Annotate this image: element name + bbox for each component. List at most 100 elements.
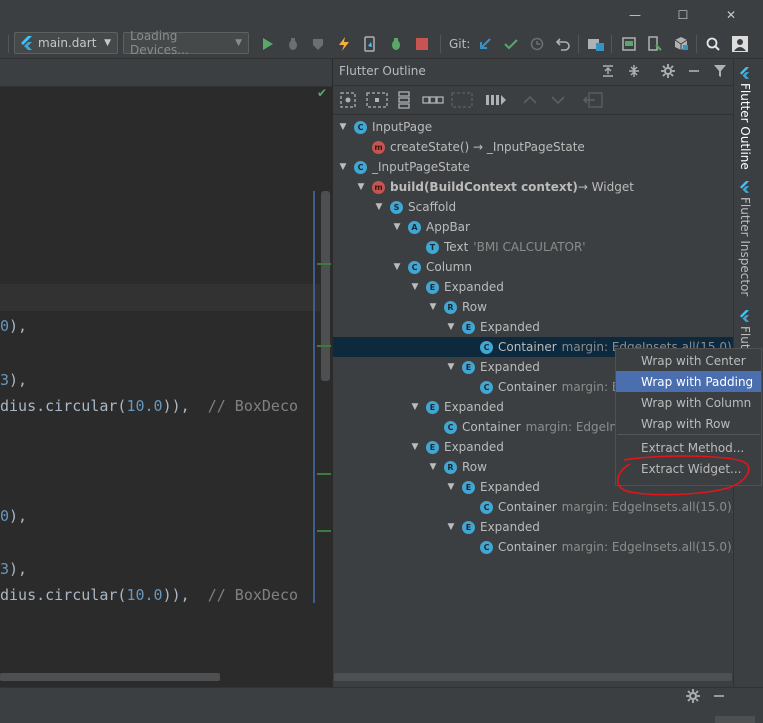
- outline-tree-node[interactable]: T Text 'BMI CALCULATOR': [333, 237, 734, 257]
- menu-item-wrap-with-row[interactable]: Wrap with Row: [616, 413, 761, 434]
- maximize-button[interactable]: ☐: [660, 0, 706, 30]
- expand-arrow-icon[interactable]: ▼: [410, 442, 420, 452]
- annotation-circle: [617, 455, 750, 496]
- widget-icon: R: [444, 300, 457, 314]
- devices-icon[interactable]: [359, 34, 381, 54]
- run-config-selector[interactable]: main.dart ▼: [14, 32, 118, 54]
- close-button[interactable]: ✕: [708, 0, 754, 30]
- expand-arrow-icon[interactable]: ▼: [338, 122, 348, 132]
- outline-tree-node[interactable]: ▼ A AppBar: [333, 217, 734, 237]
- outline-tree-node[interactable]: m createState() → _InputPageState: [333, 137, 734, 157]
- editor-tab-strip: [0, 59, 332, 87]
- remove-widget-icon[interactable]: [451, 91, 473, 112]
- terminal-icon[interactable]: [618, 34, 640, 54]
- minimize-button[interactable]: —: [612, 0, 658, 30]
- expand-all-icon[interactable]: [601, 64, 617, 80]
- wrap-center-icon[interactable]: [366, 91, 388, 112]
- outline-node-label: _InputPageState: [372, 160, 470, 174]
- outline-node-label: Text: [444, 240, 469, 254]
- code-line: dius.circular(10.0)), // BoxDeco: [0, 396, 298, 416]
- outline-tree-node[interactable]: ▼ C Column: [333, 257, 734, 277]
- avatar-icon[interactable]: [729, 34, 751, 54]
- outline-node-label: Container: [462, 420, 521, 434]
- device-selector[interactable]: Loading Devices... ▼: [123, 29, 249, 57]
- expand-arrow-icon[interactable]: ▼: [428, 462, 438, 472]
- outline-tree-node[interactable]: ▼ E Expanded: [333, 317, 734, 337]
- code-editor[interactable]: ✔ 0), 3), dius.circular(10.0)), // BoxDeco…: [0, 59, 332, 687]
- git-update-icon[interactable]: [474, 34, 496, 54]
- menu-item-wrap-with-center[interactable]: Wrap with Center: [616, 350, 761, 371]
- code-token: 3: [0, 371, 10, 389]
- widget-icon: C: [354, 160, 367, 174]
- code-token: 0: [0, 317, 10, 335]
- hot-reload-icon[interactable]: [333, 34, 355, 54]
- expand-arrow-icon[interactable]: ▼: [446, 362, 456, 372]
- move-up-icon[interactable]: [522, 91, 538, 112]
- wrap-column-icon[interactable]: [397, 91, 411, 112]
- minimize-panel-icon[interactable]: [712, 689, 726, 706]
- code-token: ),: [9, 371, 28, 389]
- expand-arrow-icon[interactable]: ▼: [410, 402, 420, 412]
- expand-arrow-icon[interactable]: ▼: [338, 162, 348, 172]
- search-icon[interactable]: [702, 34, 724, 54]
- outline-tree-node[interactable]: ▼ C _InputPageState: [333, 157, 734, 177]
- collapse-all-icon[interactable]: [627, 64, 643, 80]
- outline-tree-node[interactable]: C Container margin: EdgeInsets.all(15.0), …: [333, 497, 734, 517]
- expand-arrow-icon[interactable]: ▼: [446, 322, 456, 332]
- outline-tree-node[interactable]: C Container margin: EdgeInsets.all(15.0), …: [333, 537, 734, 557]
- expand-arrow-icon[interactable]: ▼: [410, 282, 420, 292]
- profile-icon[interactable]: [385, 34, 407, 54]
- method-icon: m: [372, 140, 385, 154]
- minimize-panel-icon[interactable]: [687, 64, 703, 80]
- toolbar-separator: [611, 35, 612, 53]
- expand-arrow-icon[interactable]: ▼: [428, 302, 438, 312]
- project-structure-icon[interactable]: [585, 34, 607, 54]
- show-outline-icon[interactable]: [485, 91, 507, 112]
- menu-item-wrap-with-padding[interactable]: Wrap with Padding: [616, 371, 761, 392]
- editor-scrollbar[interactable]: [321, 191, 330, 381]
- expand-arrow-icon[interactable]: ▼: [392, 262, 402, 272]
- stop-icon[interactable]: [411, 34, 433, 54]
- debug-icon[interactable]: [282, 34, 304, 54]
- gear-icon[interactable]: [661, 64, 677, 80]
- outline-tree-node[interactable]: ▼ S Scaffold: [333, 197, 734, 217]
- wrap-row-icon[interactable]: [422, 91, 444, 112]
- menu-item-wrap-with-column[interactable]: Wrap with Column: [616, 392, 761, 413]
- expand-arrow-icon[interactable]: ▼: [446, 482, 456, 492]
- indent-guide: [313, 191, 315, 603]
- code-token: )),: [162, 586, 208, 604]
- outline-tree-node[interactable]: ▼ E Expanded: [333, 277, 734, 297]
- code-line: 0),: [0, 506, 27, 526]
- extract-icon[interactable]: [583, 91, 603, 112]
- tab-flutter-performance[interactable]: Flutt: [738, 310, 752, 353]
- outline-tree-node[interactable]: ▼ C InputPage: [333, 117, 734, 137]
- gear-icon[interactable]: [686, 689, 700, 706]
- git-commit-icon[interactable]: [500, 34, 522, 54]
- tab-flutter-outline[interactable]: Flutter Outline: [738, 67, 752, 170]
- device-file-icon[interactable]: [644, 34, 666, 54]
- move-down-icon[interactable]: [550, 91, 566, 112]
- outline-tree-node[interactable]: ▼ E Expanded: [333, 517, 734, 537]
- select-widget-icon[interactable]: [339, 91, 357, 112]
- outline-horizontal-scrollbar[interactable]: [334, 673, 732, 681]
- outline-tree-node[interactable]: ▼ m build(BuildContext context) → Widget: [333, 177, 734, 197]
- run-icon[interactable]: [257, 34, 279, 54]
- coverage-icon[interactable]: [307, 34, 329, 54]
- git-rollback-icon[interactable]: [552, 34, 574, 54]
- filter-icon[interactable]: [713, 64, 729, 80]
- outline-node-return-type: → Widget: [577, 180, 634, 194]
- sdk-manager-icon[interactable]: [670, 34, 692, 54]
- tab-flutter-inspector[interactable]: Flutter Inspector: [738, 181, 752, 296]
- outline-tree-node[interactable]: ▼ R Row: [333, 297, 734, 317]
- expand-arrow-icon[interactable]: ▼: [356, 182, 366, 192]
- expand-arrow-icon[interactable]: ▼: [392, 222, 402, 232]
- outline-toolbar: [333, 86, 734, 115]
- outline-node-label: Column: [426, 260, 472, 274]
- code-number: 10.0: [126, 397, 163, 415]
- expand-arrow-icon[interactable]: ▼: [374, 202, 384, 212]
- editor-horizontal-scrollbar[interactable]: [0, 673, 220, 681]
- expand-arrow-icon[interactable]: ▼: [446, 522, 456, 532]
- git-history-icon[interactable]: [526, 34, 548, 54]
